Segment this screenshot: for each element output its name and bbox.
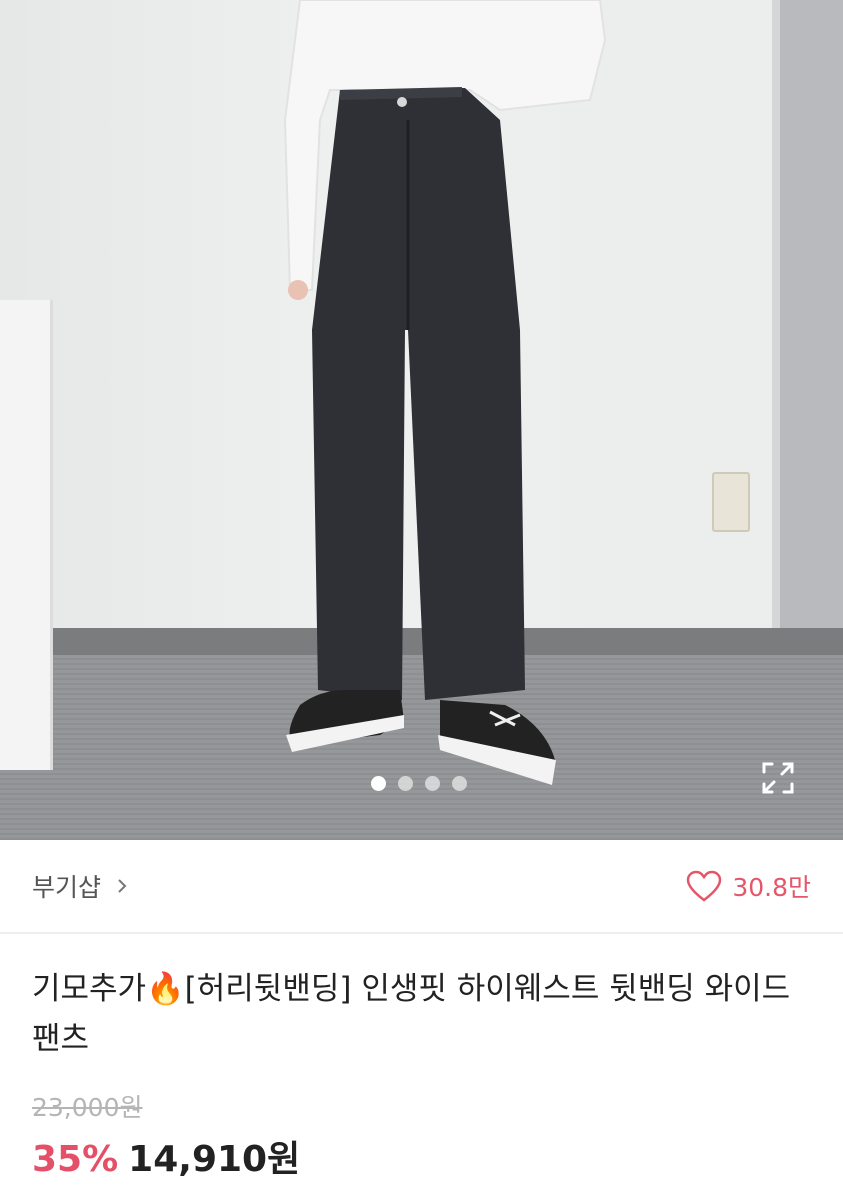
carousel-indicators [0,776,840,791]
discount-rate: 35% [32,1139,119,1180]
like-button[interactable]: 30.8만 [686,868,811,904]
shop-name[interactable]: 부기샵 [32,868,101,904]
sale-price: 14,910원 [128,1139,301,1180]
carousel-dot-3[interactable] [424,776,440,791]
product-image-carousel[interactable] [0,0,843,840]
product-title: 기모추가🔥[허리뒷밴딩] 인생핏 하이웨스트 뒷밴딩 와이드 팬츠 [32,971,791,1057]
heart-outline-icon [687,870,722,902]
carousel-dot-2[interactable] [397,776,413,791]
shop-link[interactable]: 부기샵 [32,868,129,904]
chevron-right-icon [118,879,127,893]
like-count: 30.8만 [732,873,811,902]
product-photo-model [283,0,607,785]
original-price: 23,000원 [32,1093,143,1122]
expand-icon[interactable] [760,760,796,796]
price-row: 35% 14,910원 [32,1130,811,1182]
carousel-dot-1[interactable] [370,776,386,791]
carousel-dot-4[interactable] [451,776,467,791]
shop-info-row: 부기샵 30.8만 [0,840,843,934]
